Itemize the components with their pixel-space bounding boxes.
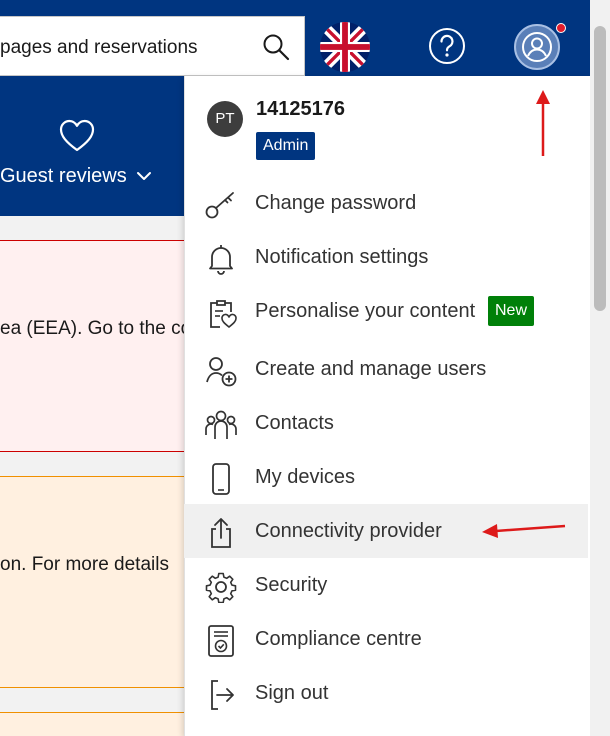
page: pages and reservations Guest reviews ea … (0, 0, 610, 736)
help-icon[interactable] (428, 27, 466, 65)
menu-item-label: Change password (255, 192, 417, 214)
bell-icon (209, 245, 233, 275)
clipboard-heart-icon (210, 300, 237, 329)
search-icon[interactable] (262, 33, 290, 61)
nav-item-guest-reviews[interactable]: Guest reviews (0, 165, 152, 188)
menu-item-change-password[interactable]: Change password (184, 176, 588, 230)
menu-item-notification-settings[interactable]: Notification settings (184, 230, 588, 284)
menu-item-sign-out[interactable]: Sign out (184, 666, 588, 720)
alert-card-error-text: ea (EEA). Go to the co (0, 318, 192, 339)
menu-item-label: Notification settings (255, 246, 429, 268)
menu-item-label: Sign out (255, 682, 329, 704)
account-menu-button[interactable] (514, 24, 560, 70)
menu-item-my-devices[interactable]: My devices (184, 450, 588, 504)
menu-item-label: Contacts (255, 412, 334, 434)
alert-card-warning-text: on. For more details (0, 554, 169, 575)
uk-flag-icon (320, 22, 370, 72)
menu-item-label: My devices (255, 466, 356, 488)
share-icon (211, 518, 231, 548)
alert-card-warning (0, 476, 185, 688)
menu-item-compliance-centre[interactable]: Compliance centre (184, 612, 588, 666)
phone-icon (212, 463, 230, 495)
menu-item-security[interactable]: Security (184, 558, 588, 612)
menu-item-label: Compliance centre (255, 628, 422, 650)
people-icon (205, 410, 237, 439)
heart-icon[interactable] (58, 118, 96, 154)
menu-item-contacts[interactable]: Contacts (184, 396, 588, 450)
menu-item-label: Personalise your content (255, 300, 476, 322)
chevron-down-icon (137, 172, 152, 180)
search-box[interactable]: pages and reservations (0, 16, 305, 76)
language-flag-button[interactable] (320, 22, 370, 72)
role-badge: Admin (256, 132, 316, 160)
menu-item-connectivity-provider[interactable]: Connectivity provider (184, 504, 588, 558)
nav-item-label: Guest reviews (0, 165, 127, 187)
notification-dot (556, 23, 566, 33)
user-id: 14125176 (256, 98, 345, 120)
gear-icon (205, 572, 237, 603)
sign-out-icon (211, 680, 234, 710)
new-badge: New (488, 296, 535, 326)
avatar: PT (207, 101, 243, 137)
key-icon (205, 192, 234, 219)
user-icon (522, 32, 552, 62)
menu-item-label: Connectivity provider (255, 520, 442, 542)
scrollbar-thumb[interactable] (594, 26, 606, 311)
menu-item-label: Create and manage users (255, 358, 487, 380)
user-add-icon (206, 357, 237, 387)
search-input-text[interactable]: pages and reservations (0, 37, 198, 59)
menu-item-create-manage-users[interactable]: Create and manage users (184, 342, 588, 396)
certificate-icon (208, 625, 234, 657)
alert-card-error (0, 240, 185, 452)
alert-card-partial (0, 712, 185, 736)
menu-item-personalise-content[interactable]: Personalise your content New (184, 284, 588, 338)
menu-item-label: Security (255, 574, 328, 596)
